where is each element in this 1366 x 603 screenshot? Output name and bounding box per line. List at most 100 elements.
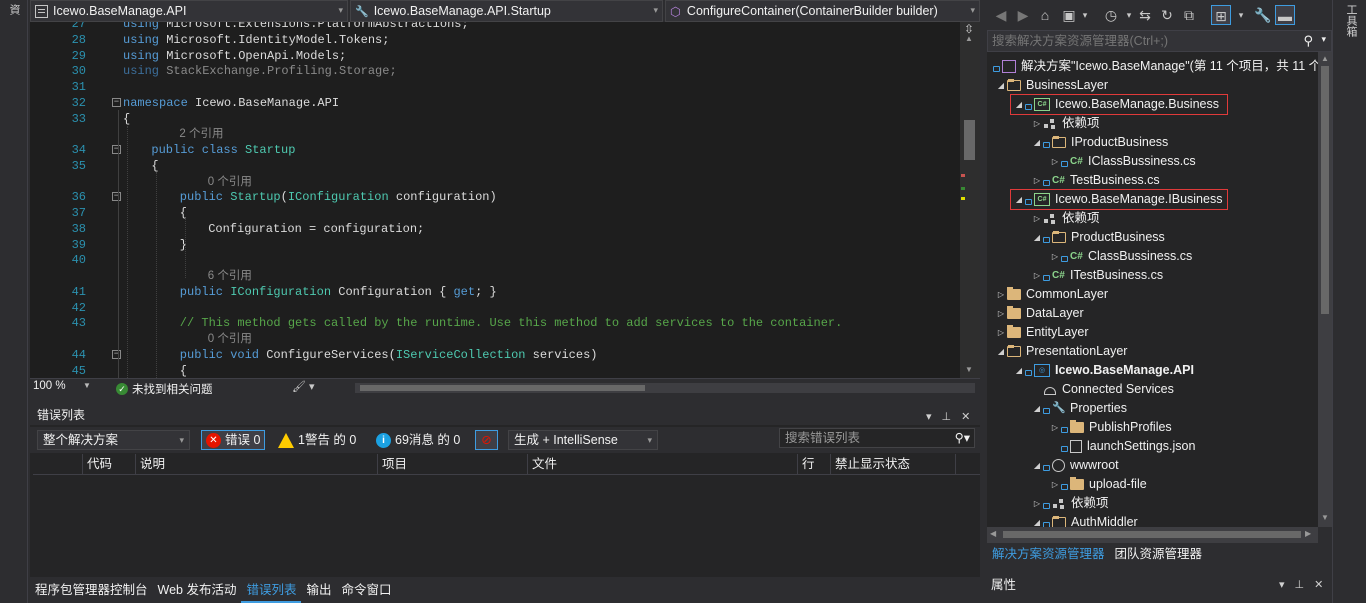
errors-filter-button[interactable]: ✕ 错误 0 [201, 430, 266, 450]
column-project[interactable]: 项目 [378, 454, 528, 475]
tree-item[interactable]: ◢ AuthMiddler [1031, 513, 1138, 527]
scroll-down-icon[interactable]: ▼ [1321, 513, 1329, 522]
toolbox-tab[interactable]: 工具箱 [1343, 4, 1359, 37]
tree-item[interactable]: ▷ CommonLayer [995, 285, 1108, 304]
scroll-left-icon[interactable]: ◀ [990, 529, 996, 538]
left-strip-tab[interactable]: 資 [6, 4, 22, 15]
collapsed-icon[interactable]: ▷ [1031, 494, 1043, 513]
project-combo[interactable]: Icewo.BaseManage.API ▾ [30, 0, 348, 22]
tree-item[interactable]: ▷ 依赖项 [1031, 114, 1100, 133]
solution-search-input[interactable] [992, 33, 1292, 49]
collapsed-icon[interactable]: ▷ [1049, 152, 1061, 171]
tree-item[interactable]: ◢ PresentationLayer [995, 342, 1128, 361]
tree-item[interactable]: ▷ PublishProfiles [1049, 418, 1172, 437]
tree-item[interactable]: ▷ 依赖项 [1031, 494, 1109, 513]
column-suppression[interactable]: 禁止显示状态 [831, 454, 956, 475]
reference-count[interactable]: 6 个引用 [208, 268, 252, 284]
expanded-icon[interactable]: ◢ [995, 342, 1007, 361]
code-reference-hint[interactable]: 0 个引用 [30, 331, 960, 347]
tree-item[interactable]: ▷ C# ClassBussiness.cs [1049, 247, 1192, 266]
warnings-filter-button[interactable]: 1警告 的 0 [274, 430, 360, 450]
tab-package-manager-console[interactable]: 程序包管理器控制台 [30, 578, 153, 603]
close-icon[interactable]: ✕ [1314, 573, 1323, 597]
reference-count[interactable]: 0 个引用 [208, 174, 252, 190]
build-filter-combo[interactable]: 生成 + IntelliSense ▾ [508, 430, 658, 450]
tree-item[interactable]: ▷ EntityLayer [995, 323, 1089, 342]
tab-solution-explorer[interactable]: 解决方案资源管理器 [987, 543, 1110, 565]
refresh-icon[interactable]: ↻ [1157, 5, 1177, 25]
expanded-icon[interactable]: ◢ [1031, 456, 1043, 475]
messages-filter-button[interactable]: i 69消息 的 0 [372, 430, 464, 450]
show-all-files-icon[interactable]: ⊞ [1211, 5, 1231, 25]
scroll-down-icon[interactable]: ▼ [965, 365, 973, 374]
scroll-up-icon[interactable]: ▲ [965, 34, 973, 43]
preview-icon[interactable]: ▬ [1275, 5, 1295, 25]
tree-item[interactable]: ▷ upload-file [1049, 475, 1147, 494]
collapsed-icon[interactable]: ▷ [995, 285, 1007, 304]
collapse-all-icon[interactable]: ⧉ [1179, 5, 1199, 25]
tree-item[interactable]: ▷ C# ITestBusiness.cs [1031, 266, 1163, 285]
close-icon[interactable]: ✕ [961, 407, 970, 427]
sync-icon[interactable]: ⇆ [1135, 5, 1155, 25]
expanded-icon[interactable]: ◢ [1031, 133, 1043, 152]
dropdown-icon[interactable]: ▾ [926, 407, 932, 427]
code-reference-hint[interactable]: 2 个引用 [30, 126, 960, 142]
column-code[interactable]: 代码 [83, 454, 136, 475]
chevron-down-icon[interactable]: ▾ [1231, 5, 1251, 25]
collapsed-icon[interactable]: ▷ [1031, 209, 1043, 228]
collapse-icon[interactable]: − [112, 192, 121, 202]
dropdown-icon[interactable]: ▾ [1279, 573, 1285, 597]
editor-hscroll-thumb[interactable] [360, 385, 645, 391]
class-combo[interactable]: 🔧 Icewo.BaseManage.API.Startup ▾ [350, 0, 663, 22]
collapsed-icon[interactable]: ▷ [1049, 418, 1061, 437]
tree-item[interactable]: ◢ BusinessLayer [995, 76, 1108, 95]
tab-web-publish[interactable]: Web 发布活动 [153, 578, 242, 603]
solution-vertical-scrollbar[interactable]: ▲ ▼ [1318, 52, 1332, 527]
collapsed-icon[interactable]: ▷ [995, 304, 1007, 323]
collapse-icon[interactable]: − [112, 97, 121, 107]
tree-item[interactable]: ◢ ◎ Icewo.BaseManage.API [1013, 361, 1194, 380]
solution-hscroll-thumb[interactable] [1003, 531, 1301, 538]
expanded-icon[interactable]: ◢ [1031, 513, 1043, 527]
scroll-up-icon[interactable]: ▲ [1321, 54, 1329, 63]
scroll-right-icon[interactable]: ▶ [1305, 529, 1311, 538]
column-file[interactable]: 文件 [528, 454, 798, 475]
tab-command-window[interactable]: 命令窗口 [337, 578, 397, 603]
scope-combo[interactable]: 整个解决方案 ▾ [37, 430, 190, 450]
collapsed-icon[interactable]: ▷ [1031, 171, 1043, 190]
column-description[interactable]: 说明 [136, 454, 378, 475]
issues-indicator[interactable]: ✓ 未找到相关问题 [116, 381, 213, 397]
collapsed-icon[interactable]: ▷ [1049, 247, 1061, 266]
collapsed-icon[interactable]: ▷ [1049, 475, 1061, 494]
forward-icon[interactable]: ▶ [1013, 5, 1033, 25]
search-icon[interactable]: ⚲ [1303, 33, 1313, 49]
tree-item[interactable]: ◢ IProductBusiness [1031, 133, 1168, 152]
editor-scroll-thumb[interactable] [964, 120, 975, 160]
solution-horizontal-scrollbar[interactable]: ◀ ▶ [987, 527, 1318, 543]
expanded-icon[interactable]: ◢ [995, 76, 1007, 95]
zoom-combo[interactable]: 100 % ▼ [33, 380, 93, 395]
tree-item[interactable]: 解决方案"Icewo.BaseManage"(第 11 个项目，共 11 个) [993, 57, 1325, 76]
tree-item[interactable]: ◢ 🔧 Properties [1031, 399, 1127, 418]
tab-team-explorer[interactable]: 团队资源管理器 [1110, 543, 1208, 565]
chevron-down-icon[interactable]: ▾ [1321, 34, 1326, 45]
collapsed-icon[interactable]: ▷ [995, 323, 1007, 342]
tree-item[interactable]: ▷ C# TestBusiness.cs [1031, 171, 1160, 190]
tree-item[interactable]: launchSettings.json [1049, 437, 1195, 456]
tab-output[interactable]: 输出 [301, 578, 336, 603]
reference-count[interactable]: 2 个引用 [179, 126, 223, 142]
tree-item[interactable]: ◢ wwwroot [1031, 456, 1119, 475]
expanded-icon[interactable]: ◢ [1031, 399, 1043, 418]
back-icon[interactable]: ◀ [991, 5, 1011, 25]
member-combo[interactable]: ⬡ ConfigureContainer(ContainerBuilder bu… [665, 0, 980, 22]
pending-changes-icon[interactable]: ◷ [1101, 5, 1121, 25]
expanded-icon[interactable]: ◢ [1013, 361, 1025, 380]
search-icon[interactable]: ⚲▾ [955, 429, 970, 447]
solution-vscroll-thumb[interactable] [1321, 66, 1329, 314]
expanded-icon[interactable]: ◢ [1031, 228, 1043, 247]
brush-icon[interactable]: 🖌 ▾ [292, 380, 315, 393]
code-reference-hint[interactable]: 0 个引用 [30, 174, 960, 190]
reference-count[interactable]: 0 个引用 [208, 331, 252, 347]
home-icon[interactable]: ⌂ [1035, 5, 1055, 25]
column-line[interactable]: 行 [798, 454, 831, 475]
